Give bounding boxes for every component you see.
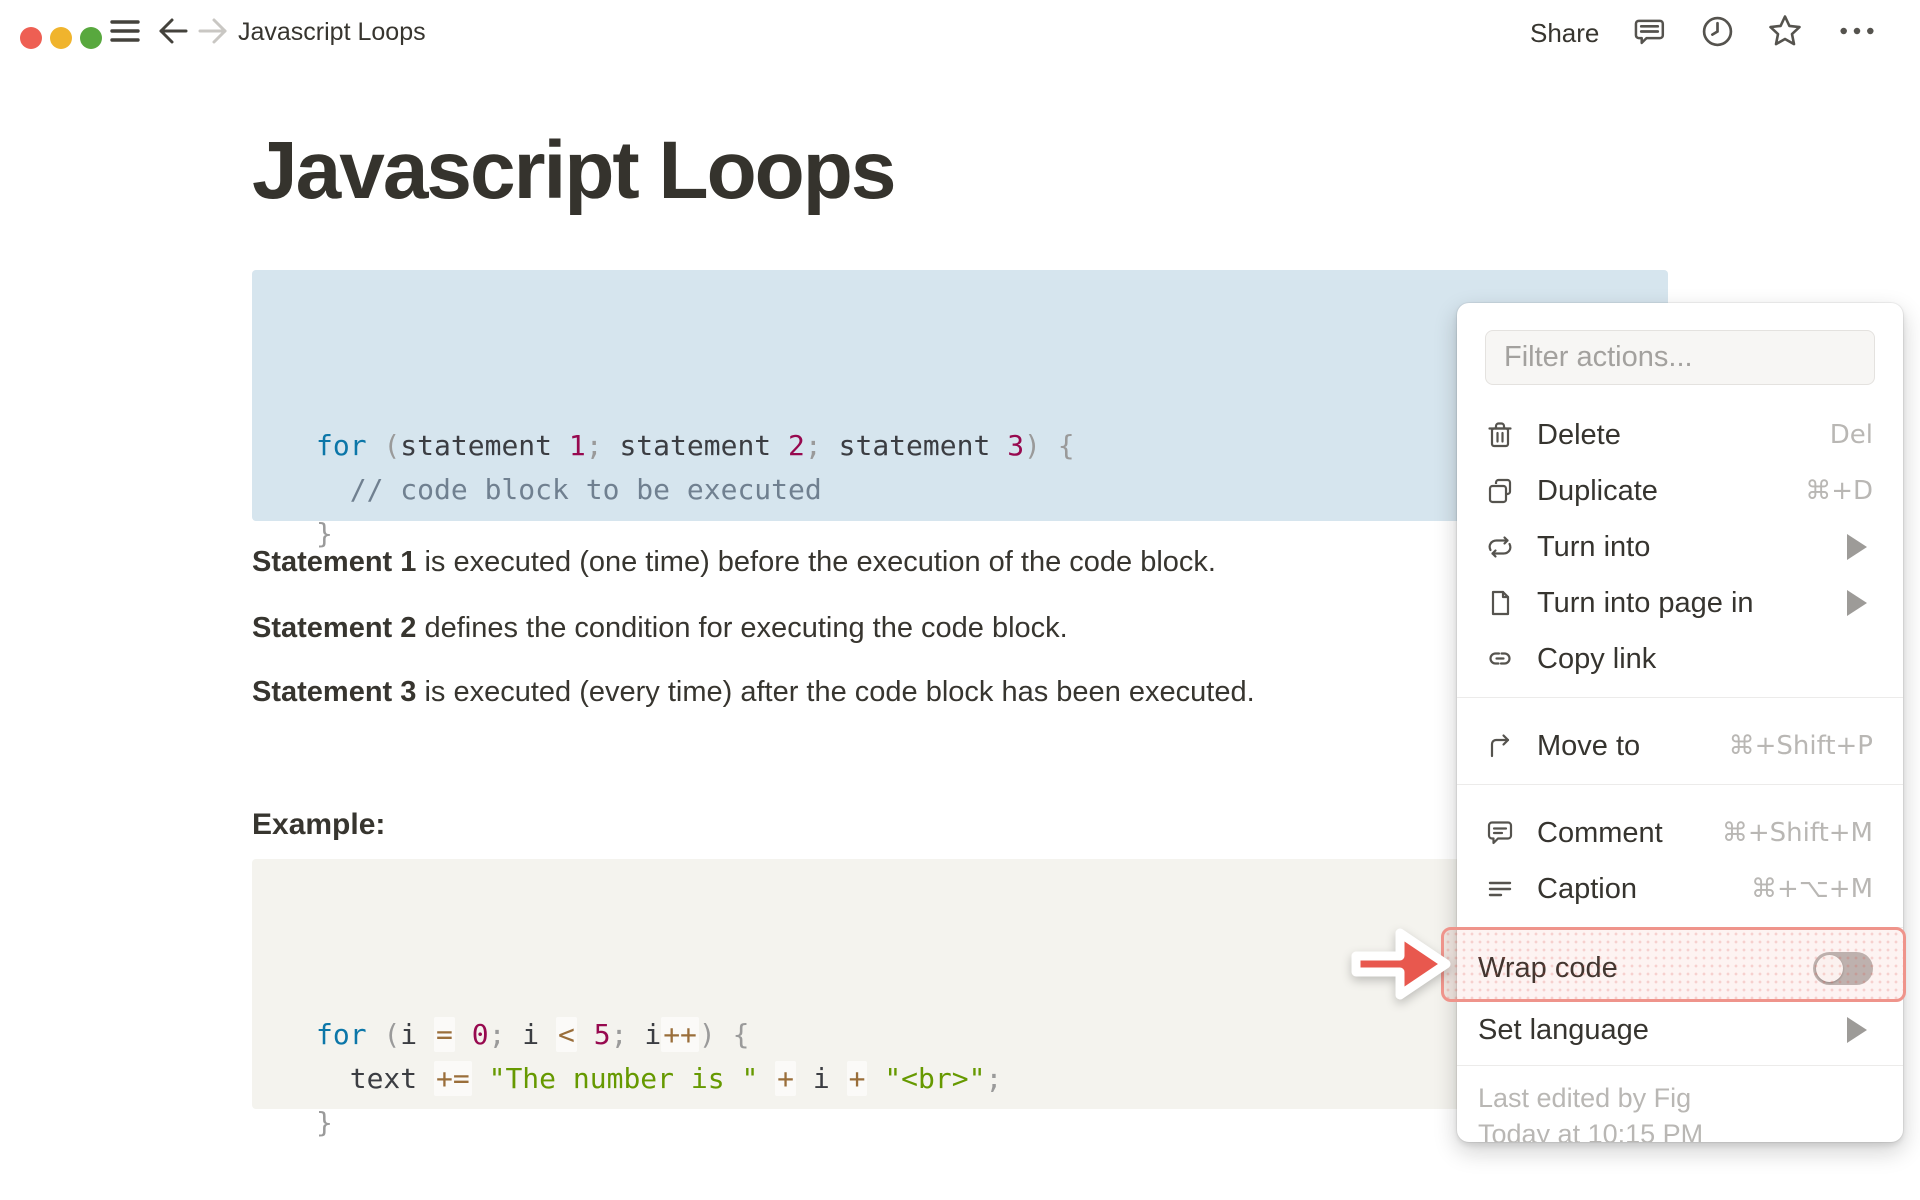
code-block-for-syntax[interactable]: for (statement 1; statement 2; statement…: [252, 270, 1668, 550]
menu-item-delete[interactable]: Delete Del: [1457, 407, 1903, 463]
menu-item-label: Copy link: [1537, 642, 1657, 675]
shortcut-delete: Del: [1829, 420, 1873, 450]
menu-item-label: Comment: [1537, 816, 1663, 849]
last-edited-time: Today at 10:15 PM: [1478, 1119, 1704, 1142]
menu-item-label: Wrap code: [1478, 951, 1618, 984]
menu-divider: [1457, 1065, 1903, 1066]
menu-item-duplicate[interactable]: Duplicate ⌘+D: [1457, 463, 1903, 519]
last-edited-by: Last edited by Fig: [1478, 1083, 1692, 1113]
code-block-for-example[interactable]: for (i = 0; i < 5; i++) { text += "The n…: [252, 859, 1668, 1139]
menu-item-comment[interactable]: Comment ⌘+Shift+M: [1457, 805, 1903, 861]
menu-divider: [1457, 784, 1903, 785]
submenu-arrow-icon: [1847, 1017, 1867, 1043]
menu-item-label: Turn into page in: [1537, 586, 1754, 619]
example-heading: Example:: [252, 808, 386, 841]
comment-icon: [1485, 818, 1515, 848]
shortcut-duplicate: ⌘+D: [1805, 476, 1873, 506]
shortcut-move-to: ⌘+Shift+P: [1728, 731, 1873, 761]
sidebar-menu-icon[interactable]: [108, 14, 142, 48]
menu-item-label: Move to: [1537, 729, 1641, 762]
statement-2-text: defines the condition for executing the …: [416, 612, 1068, 644]
move-to-icon: [1485, 731, 1515, 761]
submenu-arrow-icon: [1847, 534, 1867, 560]
statement-3-text: is executed (every time) after the code …: [416, 676, 1255, 708]
menu-item-label: Delete: [1537, 418, 1621, 451]
minimize-button[interactable]: [50, 27, 72, 49]
menu-item-wrap-code[interactable]: Wrap code: [1457, 934, 1903, 1002]
share-button[interactable]: Share: [1530, 18, 1599, 49]
page-title: Javascript Loops: [252, 125, 896, 216]
trash-icon: [1485, 420, 1515, 450]
forward-icon[interactable]: [196, 14, 230, 48]
close-button[interactable]: [20, 27, 42, 49]
filter-actions-input[interactable]: [1485, 330, 1875, 385]
paragraph-statement-2: Statement 2 defines the condition for ex…: [252, 612, 1068, 645]
menu-item-label: Caption: [1537, 872, 1637, 905]
history-icon[interactable]: [1700, 14, 1734, 48]
statement-2-bold: Statement 2: [252, 612, 417, 644]
paragraph-statement-3: Statement 3 is executed (every time) aft…: [252, 676, 1255, 709]
block-context-menu: Delete Del Duplicate ⌘+D Turn into Turn …: [1457, 303, 1903, 1142]
breadcrumb-doc-title[interactable]: Javascript Loops: [238, 18, 426, 47]
menu-item-set-language[interactable]: Set language: [1457, 1002, 1903, 1058]
statement-3-bold: Statement 3: [252, 676, 417, 708]
duplicate-icon: [1485, 476, 1515, 506]
statement-1-bold: Statement 1: [252, 546, 417, 578]
menu-footer: Last edited by Fig Today at 10:15 PM: [1457, 1080, 1903, 1142]
more-options-icon[interactable]: [1840, 14, 1874, 48]
submenu-arrow-icon: [1847, 590, 1867, 616]
menu-divider: [1457, 927, 1903, 928]
menu-item-move-to[interactable]: Move to ⌘+Shift+P: [1457, 718, 1903, 774]
menu-item-label: Set language: [1478, 1013, 1649, 1046]
menu-item-label: Duplicate: [1537, 474, 1658, 507]
page-icon: [1485, 588, 1515, 618]
menu-item-copy-link[interactable]: Copy link: [1457, 631, 1903, 687]
annotation-red-arrow-icon: [1351, 928, 1451, 1000]
toggle-knob: [1816, 954, 1843, 982]
back-icon[interactable]: [156, 14, 190, 48]
paragraph-statement-1: Statement 1 is executed (one time) befor…: [252, 546, 1216, 579]
comments-icon[interactable]: [1632, 14, 1666, 48]
wrap-code-toggle[interactable]: [1813, 951, 1873, 985]
menu-item-caption[interactable]: Caption ⌘+⌥+M: [1457, 861, 1903, 917]
caption-icon: [1485, 874, 1515, 904]
menu-item-turn-into[interactable]: Turn into: [1457, 519, 1903, 575]
turn-into-icon: [1485, 532, 1515, 562]
menu-item-label: Turn into: [1537, 530, 1651, 563]
link-icon: [1485, 644, 1515, 674]
favorite-star-icon[interactable]: [1768, 14, 1802, 48]
zoom-button[interactable]: [80, 27, 102, 49]
menu-divider: [1457, 697, 1903, 698]
statement-1-text: is executed (one time) before the execut…: [416, 546, 1216, 578]
toolbar: Javascript Loops Share: [0, 0, 1920, 64]
menu-item-turn-into-page-in[interactable]: Turn into page in: [1457, 575, 1903, 631]
shortcut-comment: ⌘+Shift+M: [1721, 818, 1873, 848]
shortcut-caption: ⌘+⌥+M: [1751, 874, 1873, 904]
